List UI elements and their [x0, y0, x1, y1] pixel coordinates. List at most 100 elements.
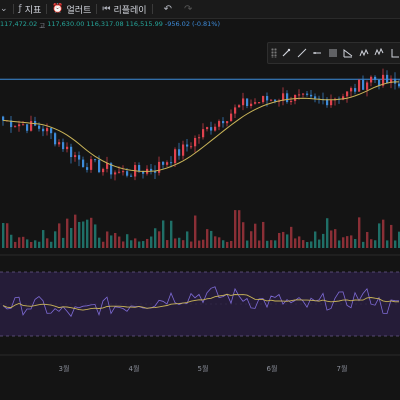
volume-bar — [382, 219, 385, 248]
volume-bar — [298, 236, 301, 248]
volume-bar — [54, 231, 57, 248]
elliott-wave-tool[interactable] — [373, 46, 386, 60]
volume-bar — [390, 224, 393, 248]
alerts-button[interactable]: ⏰ 얼러트 — [52, 3, 91, 16]
candle-body — [18, 124, 21, 127]
volume-bar — [278, 232, 281, 248]
candle-body — [50, 128, 53, 134]
drawing-toolbar — [267, 42, 400, 64]
candle-body — [298, 94, 301, 96]
candle-body — [258, 102, 261, 104]
trend-line-tool[interactable] — [295, 46, 308, 60]
volume-bar — [254, 223, 257, 248]
candle-body — [294, 94, 297, 101]
horizontal-ray-tool[interactable] — [311, 46, 324, 60]
volume-bar — [290, 226, 293, 248]
volume-bar — [170, 220, 173, 248]
candle-body — [58, 142, 61, 145]
undo-icon[interactable]: ↶ — [164, 4, 172, 15]
candle-body — [30, 120, 33, 131]
price-chart[interactable]: 3월 4월 5월 6월 7월 — [0, 20, 400, 400]
volume-bar — [162, 220, 165, 248]
volume-bar — [282, 231, 285, 248]
candle-body — [274, 99, 277, 102]
interval-dropdown[interactable]: ⌄ — [0, 4, 8, 14]
volume-bar — [346, 236, 349, 248]
candle-body — [22, 124, 25, 126]
candle-body — [362, 79, 365, 90]
candle-body — [158, 161, 161, 173]
indicators-button[interactable]: ƒ 지표 — [19, 3, 42, 16]
indicators-label: 지표 — [24, 5, 42, 16]
replay-button[interactable]: ⏮ 리플레이 — [102, 3, 146, 16]
candle-body — [26, 124, 29, 131]
candle-body — [314, 96, 317, 99]
alerts-label: 얼러트 — [66, 5, 92, 16]
top-toolbar: ⌄ ƒ 지표 ⏰ 얼러트 ⏮ 리플레이 ↶ ↷ — [0, 0, 400, 19]
candle-body — [386, 74, 389, 84]
volume-bar — [198, 240, 201, 248]
drag-handle[interactable] — [271, 48, 277, 58]
candle-body — [254, 102, 257, 104]
volume-bar — [274, 240, 277, 248]
candle-body — [102, 168, 105, 173]
indicators-icon: ƒ — [18, 4, 22, 14]
elliott-wave-icon — [374, 48, 384, 56]
redo-icon[interactable]: ↷ — [184, 4, 192, 15]
volume-bar — [206, 229, 209, 248]
pattern-tool[interactable] — [357, 46, 370, 60]
pointer-icon — [282, 48, 291, 57]
volume-bar — [2, 222, 5, 248]
volume-bar — [98, 237, 101, 248]
candle-body — [174, 149, 177, 164]
volume-bar — [242, 222, 245, 248]
volume-bar — [134, 238, 137, 248]
candle-body — [266, 96, 269, 101]
volume-bar — [66, 218, 69, 248]
candle-body — [78, 155, 81, 160]
volume-bar — [46, 238, 49, 248]
candle-body — [206, 127, 209, 130]
volume-bar — [350, 235, 353, 248]
measure-tool[interactable] — [389, 46, 400, 60]
toolbar-divider — [151, 4, 153, 14]
volume-bar — [126, 234, 129, 248]
volume-bar — [142, 241, 145, 248]
volume-bar — [262, 221, 265, 248]
trend-line-icon — [297, 48, 306, 58]
volume-bar — [370, 239, 373, 248]
volume-bar — [342, 237, 345, 248]
candle-body — [122, 171, 125, 173]
volume-bar — [114, 232, 117, 248]
candle-body — [250, 103, 253, 107]
volume-bar — [154, 228, 157, 248]
volume-bar — [210, 230, 213, 248]
volume-bar — [70, 228, 73, 248]
candle-body — [114, 172, 117, 175]
candle-body — [70, 146, 73, 158]
candle-body — [354, 88, 357, 92]
volume-bar — [86, 219, 89, 248]
volume-bar — [150, 236, 153, 248]
candle-body — [46, 128, 49, 132]
volume-bar — [94, 224, 97, 248]
candle-body — [166, 162, 169, 165]
candle-body — [350, 88, 353, 92]
fib-retracement-tool[interactable] — [326, 46, 339, 60]
brush-tool[interactable] — [342, 46, 355, 60]
volume-bar — [74, 214, 77, 248]
volume-bar — [78, 221, 81, 248]
pointer-tool[interactable] — [280, 46, 293, 60]
candle-body — [306, 93, 309, 95]
candle-body — [186, 144, 189, 147]
volume-bar — [354, 238, 357, 248]
volume-bar — [30, 241, 33, 248]
candle-body — [214, 126, 217, 131]
candle-body — [230, 113, 233, 122]
candle-body — [138, 165, 141, 172]
volume-bar — [90, 217, 93, 248]
replay-icon: ⏮ — [102, 4, 111, 14]
volume-bar — [294, 238, 297, 248]
x-axis-label: 7월 — [337, 364, 348, 373]
x-axis-label: 4월 — [129, 364, 140, 373]
